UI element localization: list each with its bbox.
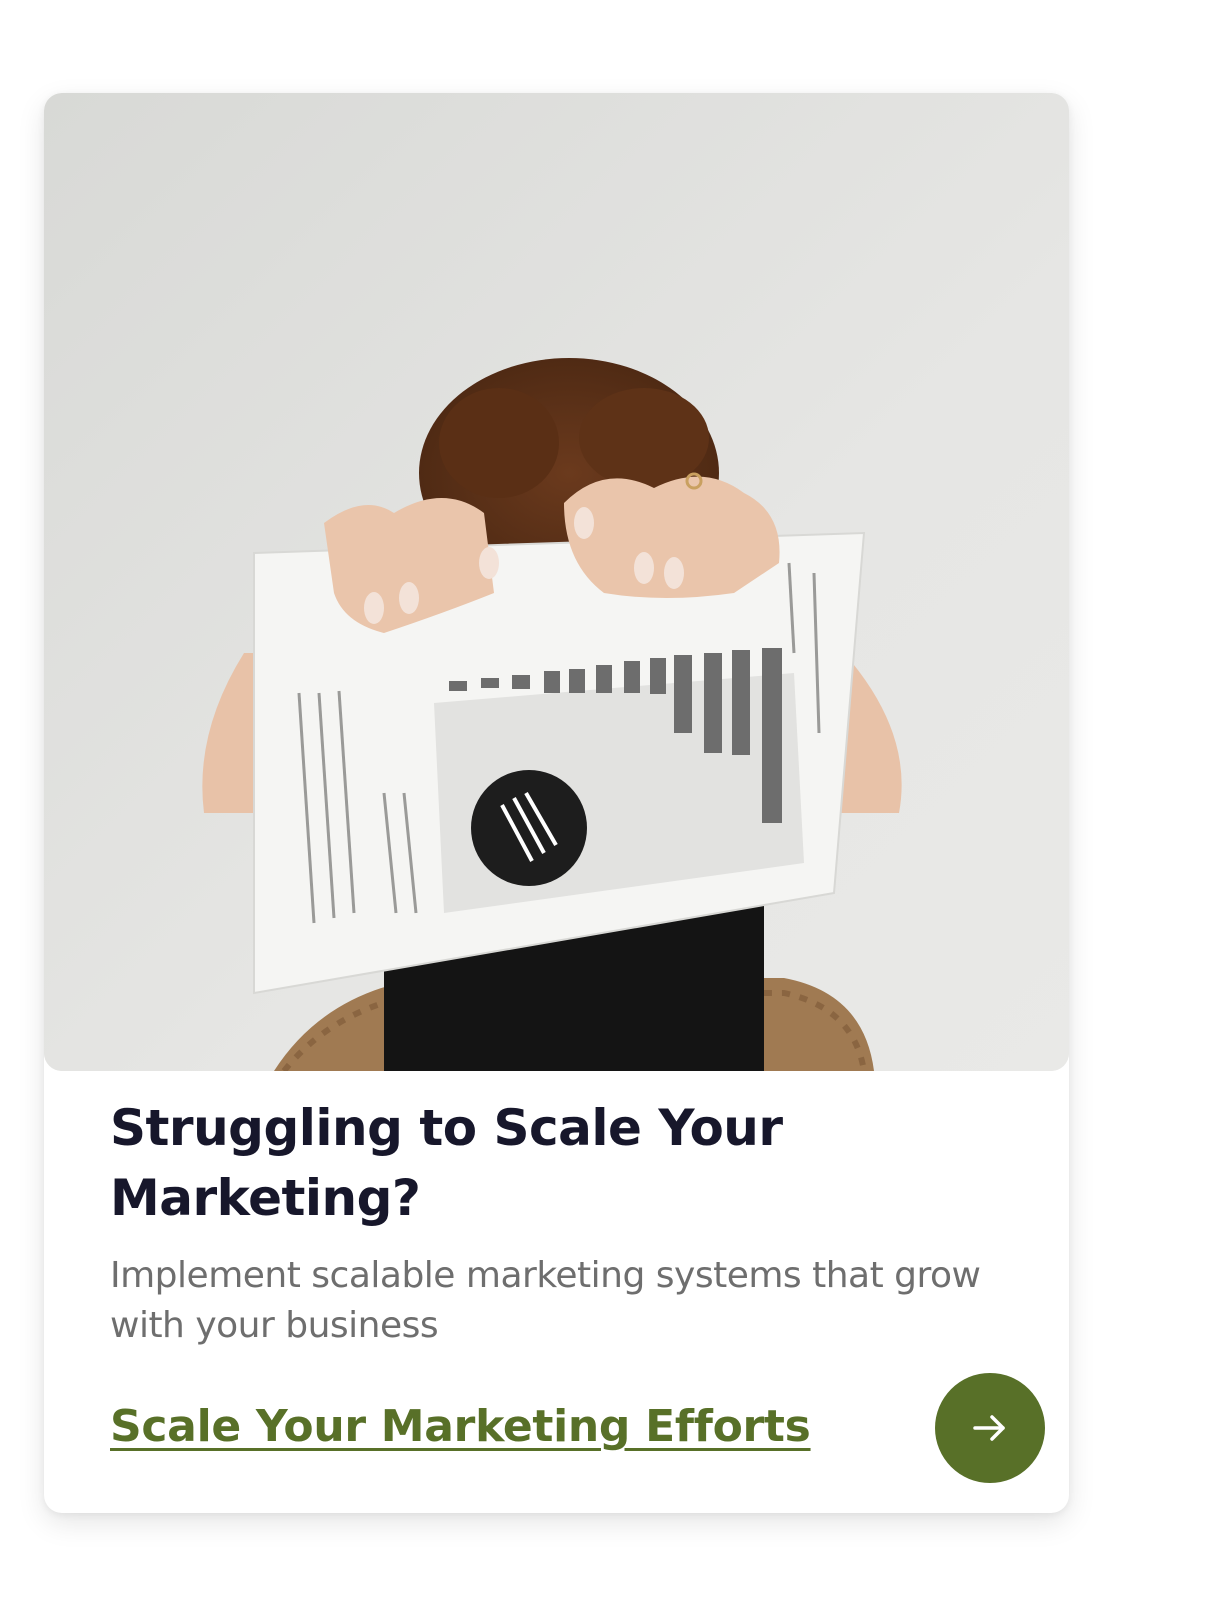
cta-row: Scale Your Marketing Efforts: [110, 1373, 1045, 1483]
hero-image: [44, 93, 1069, 1071]
arrow-right-icon: [973, 1415, 1005, 1441]
feature-card: Struggling to Scale Your Marketing? Impl…: [44, 93, 1069, 1513]
card-description: Implement scalable marketing systems tha…: [110, 1255, 981, 1346]
card-body: Struggling to Scale Your Marketing? Impl…: [110, 1093, 1010, 1351]
cta-link[interactable]: Scale Your Marketing Efforts: [110, 1397, 811, 1457]
card-title: Struggling to Scale Your Marketing?: [110, 1099, 783, 1227]
photo-illustration: [44, 93, 1069, 1071]
cta-arrow-button[interactable]: [935, 1373, 1045, 1483]
